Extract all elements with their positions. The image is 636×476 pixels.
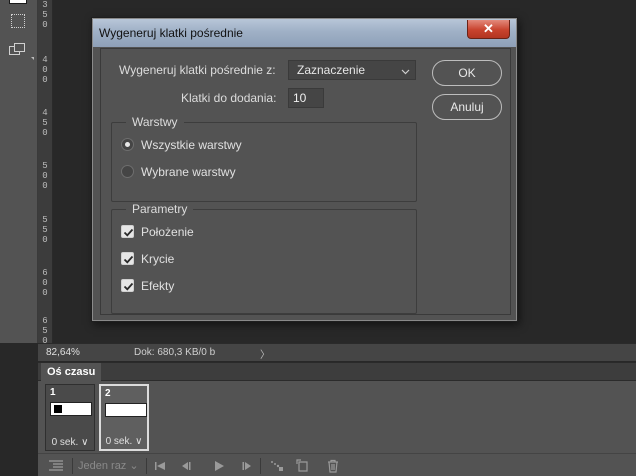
dialog-title: Wygeneruj klatki pośrednie xyxy=(99,26,243,40)
frame-2[interactable]: 2 0 sek. ∨ xyxy=(99,384,149,451)
selected-layers-label[interactable]: Wybrane warstwy xyxy=(141,165,236,179)
tween-with-label: Wygeneruj klatki pośrednie z: xyxy=(119,63,276,77)
status-bar: 82,64% Dok: 680,3 KB/0 b 〉 xyxy=(38,343,636,361)
vertical-ruler: 3 5 0 4 0 0 4 5 0 5 0 0 5 5 0 6 0 0 6 5 … xyxy=(38,0,53,346)
status-menu-arrow-icon[interactable]: 〉 xyxy=(260,346,270,361)
frames-to-add-input[interactable]: 10 xyxy=(288,88,324,108)
parameters-group: Parametry Położenie Krycie Efekty xyxy=(111,202,417,314)
chevron-down-icon: ∨ xyxy=(135,436,143,447)
timeline-tabbar: Oś czasu xyxy=(38,363,636,381)
previous-frame-icon[interactable] xyxy=(180,459,192,473)
tab-timeline[interactable]: Oś czasu xyxy=(41,363,102,381)
checkmark-icon xyxy=(123,255,134,264)
dialog-titlebar[interactable]: Wygeneruj klatki pośrednie ✕ xyxy=(93,19,516,47)
ruler-label: 5 5 0 xyxy=(42,215,48,245)
document-size: Dok: 680,3 KB/0 b xyxy=(134,347,216,358)
cancel-button[interactable]: Anuluj xyxy=(432,94,502,120)
timeline-controls: Jeden raz ⌄ xyxy=(38,453,636,476)
layers-group-title: Warstwy xyxy=(126,115,184,129)
opacity-label[interactable]: Krycie xyxy=(141,252,174,266)
opacity-checkbox[interactable] xyxy=(121,252,134,265)
quick-mask-icon[interactable] xyxy=(11,14,25,28)
trash-icon[interactable] xyxy=(326,459,340,473)
chevron-down-icon xyxy=(401,64,410,82)
convert-timeline-icon[interactable] xyxy=(48,459,64,473)
tween-with-select[interactable]: Zaznaczenie xyxy=(288,60,416,80)
effects-checkbox[interactable] xyxy=(121,279,134,292)
ruler-label: 5 0 0 xyxy=(42,161,48,191)
tween-dialog: Wygeneruj klatki pośrednie ✕ Wygeneruj k… xyxy=(91,17,518,322)
play-icon[interactable] xyxy=(213,459,225,473)
frame-thumbnail xyxy=(50,402,92,416)
tools-panel xyxy=(0,0,38,343)
first-frame-icon[interactable] xyxy=(154,459,166,473)
close-button[interactable]: ✕ xyxy=(467,20,510,39)
frame-delay[interactable]: 0 sek. ∨ xyxy=(101,436,147,447)
next-frame-icon[interactable] xyxy=(241,459,253,473)
checkmark-icon xyxy=(123,282,134,291)
layers-group: Warstwy Wszystkie warstwy Wybrane warstw… xyxy=(111,115,417,202)
frames-to-add-label: Klatki do dodania: xyxy=(181,91,277,105)
ok-button[interactable]: OK xyxy=(432,60,502,86)
ruler-label: 6 5 0 xyxy=(42,316,48,346)
ruler-label: 6 0 0 xyxy=(42,268,48,298)
frame-number: 1 xyxy=(50,387,56,398)
loop-select[interactable]: Jeden raz ⌄ xyxy=(78,459,139,473)
screen-mode-icon[interactable] xyxy=(9,43,34,61)
tween-icon[interactable] xyxy=(270,459,284,473)
frame-thumbnail xyxy=(105,403,147,417)
frame-1[interactable]: 1 0 sek. ∨ xyxy=(45,384,95,451)
parameters-group-title: Parametry xyxy=(126,202,194,216)
photoshop-window: 3 5 0 4 0 0 4 5 0 5 0 0 5 5 0 6 0 0 6 5 … xyxy=(0,0,636,476)
all-layers-label[interactable]: Wszystkie warstwy xyxy=(141,138,242,152)
zoom-level[interactable]: 82,64% xyxy=(46,347,80,358)
chevron-down-icon: ∨ xyxy=(81,437,89,448)
checkmark-icon xyxy=(123,228,134,237)
ruler-label: 4 0 0 xyxy=(42,55,48,85)
frame-number: 2 xyxy=(105,388,111,399)
position-checkbox[interactable] xyxy=(121,225,134,238)
ruler-label: 4 5 0 xyxy=(42,108,48,138)
duplicate-frame-icon[interactable] xyxy=(296,459,310,473)
chevron-down-icon: ⌄ xyxy=(129,460,139,472)
frame-delay[interactable]: 0 sek. ∨ xyxy=(46,437,94,448)
background-color-swatch[interactable] xyxy=(9,0,27,4)
close-icon: ✕ xyxy=(483,21,494,36)
dialog-body: Wygeneruj klatki pośrednie z: Zaznaczeni… xyxy=(100,48,511,315)
all-layers-radio[interactable] xyxy=(121,138,134,151)
ruler-label: 3 5 0 xyxy=(42,0,48,30)
effects-label[interactable]: Efekty xyxy=(141,279,174,293)
selected-layers-radio[interactable] xyxy=(121,165,134,178)
timeline-frames: 1 0 sek. ∨ 2 0 sek. ∨ xyxy=(38,382,636,452)
position-label[interactable]: Położenie xyxy=(141,225,194,239)
timeline-panel: Oś czasu 1 0 sek. ∨ 2 0 sek. ∨ Jeden raz… xyxy=(38,362,636,476)
